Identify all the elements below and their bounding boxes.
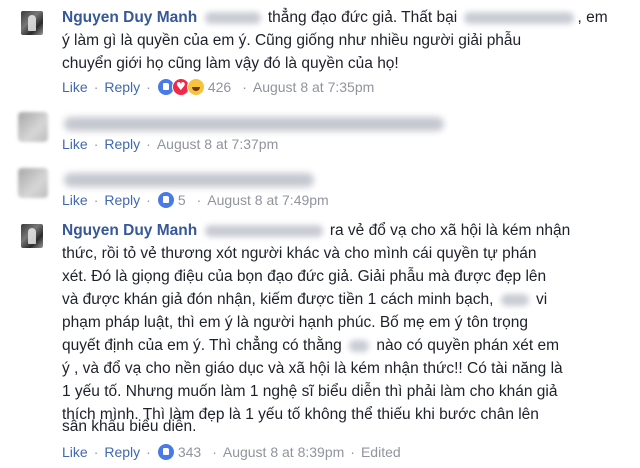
like-link[interactable]: Like (62, 78, 88, 96)
comment-text-line: và được khán giả đón nhận, kiếm được tiề… (62, 291, 494, 308)
timestamp[interactable]: August 8 at 7:49pm (207, 191, 328, 209)
separator: · (93, 444, 99, 460)
reaction-count: 426 (207, 79, 232, 95)
separator: · (93, 192, 99, 208)
separator: · (146, 136, 151, 152)
comment-text-line: phạm pháp luật, thì em ý là người hạnh p… (62, 314, 528, 331)
separator: · (212, 444, 217, 460)
avatar[interactable] (18, 168, 48, 198)
avatar[interactable] (21, 11, 43, 35)
avatar[interactable] (21, 224, 43, 248)
reaction-count: 5 (177, 192, 186, 208)
timestamp[interactable]: August 8 at 7:37pm (157, 135, 278, 153)
reaction-count: 343 (177, 444, 202, 460)
redacted-text (500, 293, 529, 306)
redacted-comment-text (64, 173, 314, 187)
reply-link[interactable]: Reply (104, 135, 140, 153)
separator: · (242, 79, 247, 95)
like-link[interactable]: Like (62, 191, 88, 209)
reactions-summary[interactable]: 426 (156, 78, 232, 96)
redacted-text (349, 339, 370, 352)
reactions-summary[interactable]: 5 (156, 191, 186, 209)
comment-text-line: ra vẻ đổ vạ cho xã hội là kém nhận (329, 222, 571, 239)
like-reaction-icon (156, 191, 175, 209)
comment-text-line: sân khấu biểu diễn. (62, 418, 197, 435)
comment-text-line: thức, rồi tỏ vẻ thương xót người khác và… (62, 245, 537, 262)
comment-text-line: ý làm gì là quyền của em ý. Cũng giống n… (62, 32, 522, 49)
separator: · (350, 444, 355, 460)
separator: · (146, 444, 151, 460)
separator: · (93, 136, 99, 152)
haha-reaction-icon (186, 78, 205, 96)
reactions-summary[interactable]: 343 (156, 443, 202, 461)
edited-label[interactable]: Edited (361, 443, 401, 461)
redacted-text (204, 11, 261, 24)
comment-text-line: xét. Đó là giọng điệu của bọn đạo đức gi… (62, 268, 547, 285)
timestamp[interactable]: August 8 at 7:35pm (253, 78, 374, 96)
comment-text-line: vi (536, 291, 548, 308)
separator: · (146, 79, 151, 95)
comment-author[interactable]: Nguyen Duy Manh (62, 222, 197, 239)
separator: · (146, 192, 151, 208)
like-link[interactable]: Like (62, 443, 88, 461)
comment-text-line: nào có quyền phán xét em (376, 337, 560, 354)
redacted-comment-text (64, 117, 444, 131)
comment-text-line: thẳng đạo đức giả. Thất bại (267, 9, 458, 26)
reply-link[interactable]: Reply (104, 191, 140, 209)
comment-text-line: chuyển giới họ cũng làm vậy đó là quyền … (62, 55, 399, 72)
like-reaction-icon (156, 443, 175, 461)
avatar[interactable] (18, 112, 48, 142)
separator: · (93, 79, 99, 95)
redacted-text (204, 224, 323, 237)
redacted-text (464, 11, 575, 24)
comment-author[interactable]: Nguyen Duy Manh (62, 9, 197, 26)
separator: · (196, 192, 202, 208)
reply-link[interactable]: Reply (104, 78, 140, 96)
comment-text-line: quyết định của em ý. Thì chẳng có thằng (62, 337, 342, 354)
comment-text-line: 1 yếu tố. Nhưng muốn làm 1 nghệ sĩ biểu … (62, 383, 558, 400)
like-link[interactable]: Like (62, 135, 88, 153)
timestamp[interactable]: August 8 at 8:39pm (223, 443, 344, 461)
comment-text-line: , em (577, 9, 608, 26)
comment-text-line: ý , và đổ vạ cho nền giáo dục và xã hội … (62, 360, 563, 377)
reply-link[interactable]: Reply (104, 443, 140, 461)
